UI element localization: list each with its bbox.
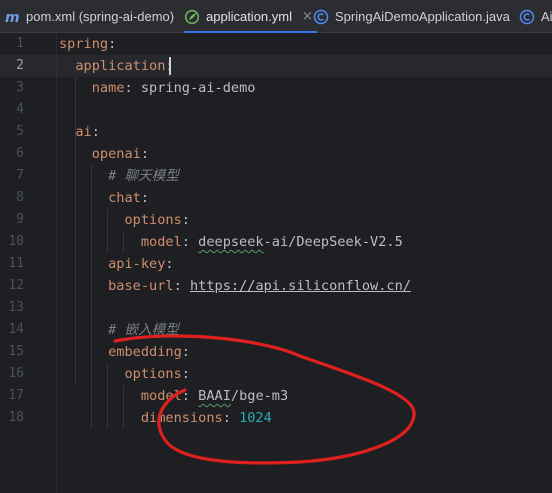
text-cursor bbox=[169, 57, 171, 75]
code-line-2: application: bbox=[59, 55, 173, 77]
code-line-16: options: bbox=[59, 363, 190, 385]
yaml-key: spring bbox=[59, 36, 109, 52]
code-line-5: ai: bbox=[59, 121, 100, 143]
code-line-3: name: spring-ai-demo bbox=[59, 77, 256, 99]
line-number: 15 bbox=[8, 344, 24, 359]
code-line-9: options: bbox=[59, 209, 190, 231]
yaml-colon: : bbox=[108, 36, 117, 52]
yaml-comment: # 嵌入模型 bbox=[108, 322, 179, 338]
yaml-key: dimensions bbox=[140, 410, 223, 426]
yaml-value: -ai/DeepSeek-V2.5 bbox=[263, 234, 403, 250]
yaml-value-typo: BAAI bbox=[198, 388, 231, 404]
line-number: 9 bbox=[16, 212, 24, 227]
code-line-14: # 嵌入模型 bbox=[59, 319, 179, 341]
tab-ai-truncated[interactable]: Ai bbox=[519, 0, 552, 33]
yaml-key: embedding bbox=[108, 344, 182, 360]
java-class-icon bbox=[519, 9, 535, 25]
code-line-12: base-url: https://api.siliconflow.cn/ bbox=[59, 275, 411, 297]
yaml-key: api-key bbox=[108, 256, 166, 272]
code-line-6: openai: bbox=[59, 143, 149, 165]
gutter-separator bbox=[56, 33, 57, 493]
yaml-key: chat bbox=[108, 190, 141, 206]
yaml-colon: : bbox=[140, 190, 150, 206]
code-line-18: dimensions: 1024 bbox=[59, 407, 272, 429]
line-number: 12 bbox=[8, 278, 24, 293]
code-line-7: # 聊天模型 bbox=[59, 165, 179, 187]
yaml-value: spring-ai-demo bbox=[132, 80, 256, 96]
spring-leaf-icon bbox=[184, 9, 200, 25]
yaml-colon: : bbox=[181, 388, 190, 404]
yaml-url-link[interactable]: https://api.siliconflow.cn/ bbox=[190, 278, 411, 294]
line-number: 18 bbox=[8, 410, 24, 425]
close-icon[interactable]: × bbox=[302, 9, 313, 24]
tab-pom-xml[interactable]: m pom.xml (spring-ai-demo) bbox=[4, 0, 174, 33]
tab-label: pom.xml (spring-ai-demo) bbox=[26, 9, 175, 24]
svg-text:m: m bbox=[5, 10, 20, 25]
code-line-17: model: BAAI/bge-m3 bbox=[59, 385, 288, 407]
yaml-comment: # 聊天模型 bbox=[108, 168, 179, 184]
line-number: 3 bbox=[16, 80, 24, 95]
line-number: 7 bbox=[16, 168, 24, 183]
tab-label: Ai bbox=[541, 9, 552, 24]
line-number: 17 bbox=[8, 388, 24, 403]
yaml-key: options bbox=[124, 212, 182, 228]
yaml-colon: : bbox=[165, 256, 174, 272]
yaml-key: model bbox=[140, 234, 182, 250]
yaml-key: model bbox=[140, 388, 182, 404]
line-number: 8 bbox=[16, 190, 24, 205]
line-number: 6 bbox=[16, 146, 24, 161]
code-line-10: model: deepseek-ai/DeepSeek-V2.5 bbox=[59, 231, 403, 253]
line-number: 11 bbox=[8, 256, 24, 271]
yaml-colon: : bbox=[181, 212, 190, 228]
line-number: 14 bbox=[8, 322, 24, 337]
java-class-icon bbox=[313, 9, 329, 25]
yaml-key: base-url bbox=[108, 278, 174, 294]
code-line-1: spring: bbox=[59, 33, 116, 55]
tab-springaidemoapplication-java[interactable]: SpringAiDemoApplication.java bbox=[313, 0, 510, 33]
yaml-number: 1024 bbox=[239, 410, 272, 426]
yaml-value: /bge-m3 bbox=[230, 388, 289, 404]
yaml-colon: : bbox=[140, 146, 150, 162]
yaml-key: options bbox=[124, 366, 182, 382]
yaml-key: openai bbox=[91, 146, 141, 162]
yaml-colon: : bbox=[222, 410, 231, 426]
yaml-colon: : bbox=[91, 124, 100, 140]
line-number: 16 bbox=[8, 366, 24, 381]
code-line-8: chat: bbox=[59, 187, 149, 209]
line-number: 2 bbox=[16, 58, 24, 73]
tab-application-yml[interactable]: application.yml × bbox=[184, 0, 317, 34]
editor-tab-bar: m pom.xml (spring-ai-demo) application.y… bbox=[0, 0, 552, 34]
yaml-colon: : bbox=[181, 366, 190, 382]
yaml-key: application bbox=[75, 58, 166, 74]
line-number: 1 bbox=[16, 36, 24, 51]
line-number: 10 bbox=[8, 234, 24, 249]
code-line-11: api-key: bbox=[59, 253, 174, 275]
line-number: 5 bbox=[16, 124, 24, 139]
line-number: 4 bbox=[16, 102, 24, 117]
tab-label: application.yml bbox=[206, 9, 292, 24]
yaml-key: name bbox=[91, 80, 125, 96]
yaml-colon: : bbox=[181, 234, 190, 250]
yaml-value-typo: deepseek bbox=[198, 234, 264, 250]
maven-icon: m bbox=[4, 9, 20, 25]
yaml-colon: : bbox=[181, 344, 190, 360]
yaml-colon: : bbox=[124, 80, 133, 96]
line-number: 13 bbox=[8, 300, 24, 315]
tab-label: SpringAiDemoApplication.java bbox=[335, 9, 510, 24]
yaml-colon: : bbox=[173, 278, 182, 294]
code-line-15: embedding: bbox=[59, 341, 190, 363]
yaml-key: ai bbox=[75, 124, 92, 140]
